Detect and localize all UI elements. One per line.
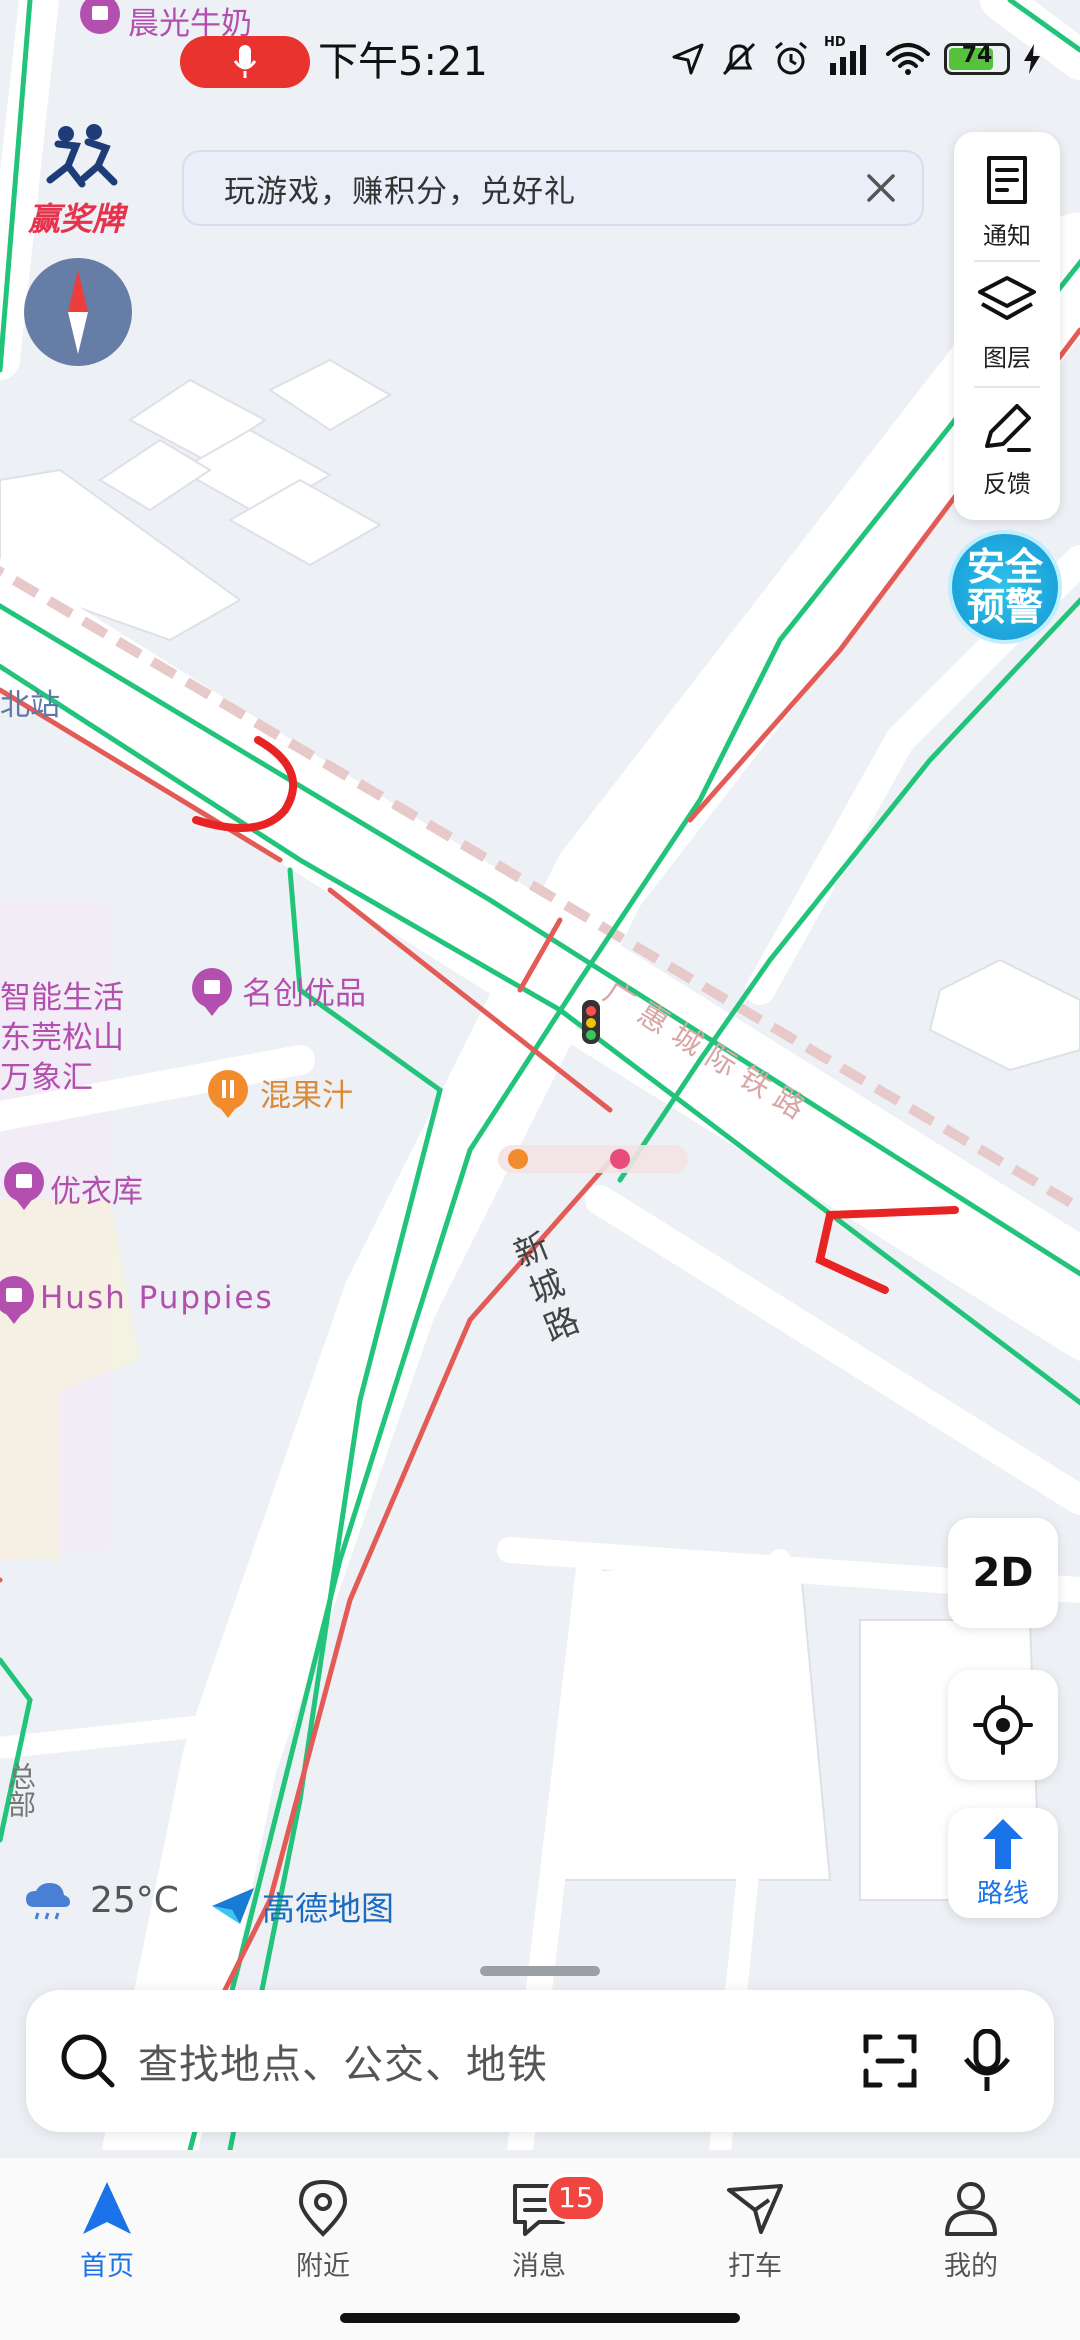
amap-logo-icon <box>212 1888 254 1924</box>
voice-search-icon[interactable] <box>962 2029 1012 2093</box>
navigation-arrow-icon <box>83 2182 131 2234</box>
map-canvas[interactable] <box>0 0 1080 2150</box>
layers-button[interactable]: 图层 <box>954 274 1060 373</box>
close-icon[interactable] <box>866 173 896 203</box>
search-icon <box>61 2034 115 2088</box>
locate-button[interactable] <box>948 1670 1058 1780</box>
safety-warning-button[interactable]: 安全 预警 <box>948 530 1062 644</box>
alarm-icon <box>775 41 807 75</box>
award-badge-text: 赢奖牌 <box>27 200 124 238</box>
search-bar[interactable]: 查找地点、公交、地铁 <box>26 1990 1054 2132</box>
location-arrow-icon <box>672 43 704 75</box>
route-button[interactable]: 路线 <box>948 1808 1058 1918</box>
feedback-pen-icon <box>985 404 1031 452</box>
2d-label: 2D <box>972 1550 1034 1596</box>
runners-icon <box>46 124 118 188</box>
voice-recording-pill[interactable] <box>180 36 310 88</box>
notify-button[interactable]: 通知 <box>954 152 1060 251</box>
brand-name: 高德地图 <box>262 1889 394 1928</box>
notify-label: 通知 <box>983 222 1031 250</box>
station-label: 北站 <box>0 688 60 723</box>
charging-icon <box>1024 44 1040 74</box>
status-time: 下午5:21 <box>318 39 488 85</box>
user-icon <box>945 2182 997 2236</box>
nav-nearby[interactable]: 附近 <box>248 2178 398 2283</box>
notification-icon <box>987 156 1027 204</box>
poi-label[interactable]: 名创优品 <box>242 968 366 1013</box>
feedback-button[interactable]: 反馈 <box>954 400 1060 499</box>
mall-label[interactable]: 东莞松山 <box>0 1012 124 1057</box>
route-arrow-icon <box>983 1818 1023 1869</box>
map-tools-panel: 通知 图层 反馈 <box>954 132 1060 520</box>
brand-logo: 高德地图 <box>210 1882 394 1930</box>
safety-warning-label: 安全 <box>966 545 1043 589</box>
poi-label[interactable]: Hush Puppies <box>40 1280 274 1316</box>
poi-label[interactable]: 混果汁 <box>260 1070 353 1115</box>
nav-label: 附近 <box>296 2251 350 2282</box>
location-pin-icon <box>298 2179 348 2237</box>
rain-cloud-icon <box>26 1882 70 1919</box>
sheet-grab-handle[interactable] <box>480 1966 600 1976</box>
locate-crosshair-icon <box>973 1695 1033 1755</box>
layers-label: 图层 <box>983 344 1031 372</box>
promo-banner-text: 玩游戏，赚积分，兑好礼 <box>224 173 576 210</box>
battery-level: 74 <box>961 43 993 68</box>
safety-warning-label: 预警 <box>966 585 1043 629</box>
temperature: 25°C <box>90 1880 179 1921</box>
hd-label: HD <box>824 35 846 50</box>
layers-icon <box>978 276 1036 320</box>
microphone-icon <box>234 45 256 78</box>
nav-messages[interactable]: 15 消息 <box>464 2174 614 2283</box>
scan-icon[interactable] <box>860 2031 920 2091</box>
nav-home[interactable]: 首页 <box>32 2178 182 2283</box>
nav-label: 打车 <box>728 2251 782 2282</box>
status-icons: HD 74 <box>670 35 1040 78</box>
mall-label[interactable]: 万象汇 <box>0 1052 93 1097</box>
battery-icon: 74 <box>944 43 1010 75</box>
message-badge: 15 <box>546 2174 606 2222</box>
route-label: 路线 <box>976 1878 1029 1909</box>
nav-label: 我的 <box>944 2251 998 2282</box>
nav-label: 首页 <box>80 2251 134 2282</box>
weather-widget[interactable]: 25°C <box>24 1880 179 1921</box>
nav-label: 消息 <box>512 2251 566 2282</box>
mute-bell-icon <box>722 42 756 76</box>
wifi-icon <box>886 43 930 75</box>
2d-toggle-button[interactable]: 2D <box>948 1518 1058 1628</box>
home-indicator[interactable] <box>340 2313 740 2323</box>
nav-taxi[interactable]: 打车 <box>680 2178 830 2283</box>
taxi-flag-icon <box>727 2184 783 2234</box>
award-badge[interactable]: 赢奖牌 <box>18 122 134 238</box>
signal-icon: HD <box>824 35 872 77</box>
map-label: 总部 <box>4 1762 37 1818</box>
feedback-label: 反馈 <box>983 470 1031 498</box>
search-input[interactable]: 查找地点、公交、地铁 <box>138 2032 860 2090</box>
poi-label[interactable]: 优衣库 <box>50 1166 143 1211</box>
nav-profile[interactable]: 我的 <box>896 2178 1046 2283</box>
promo-banner[interactable]: 玩游戏，赚积分，兑好礼 <box>182 150 924 226</box>
mall-label[interactable]: 智能生活 <box>0 972 124 1017</box>
